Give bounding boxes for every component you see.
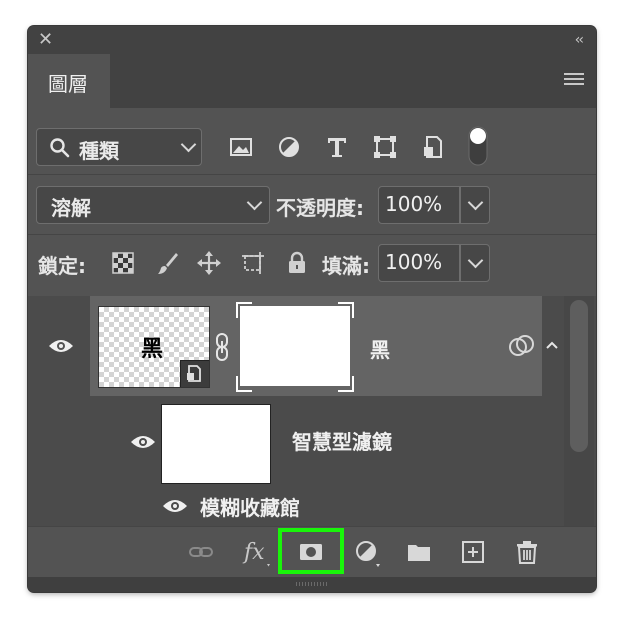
layer-thumbnail-text: 黑 <box>141 336 164 362</box>
smart-filter-indicator-icon <box>509 335 534 356</box>
svg-text:fx: fx <box>242 540 265 565</box>
chevron-down-icon <box>180 136 197 153</box>
smart-filters-label[interactable]: 智慧型濾鏡 <box>292 426 392 455</box>
panel-titlebar: ✕ ‹‹ <box>28 26 596 54</box>
filter-toggle-icon[interactable] <box>468 126 488 166</box>
chevron-down-icon <box>467 252 484 269</box>
opacity-value: 100% <box>385 192 443 216</box>
collapse-icon[interactable]: ‹‹ <box>575 29 584 51</box>
link-layers-icon[interactable] <box>188 539 214 565</box>
resize-grip[interactable] <box>28 577 596 592</box>
filter-kind-label: 種類 <box>79 139 119 163</box>
fill-value: 100% <box>385 250 443 274</box>
adjustment-filter-icon[interactable] <box>276 134 302 160</box>
chevron-down-icon <box>467 194 484 211</box>
trash-icon[interactable] <box>514 539 540 565</box>
fill-field[interactable]: 100% <box>378 244 460 282</box>
layer-name[interactable]: 黑 <box>370 334 390 363</box>
new-layer-icon[interactable] <box>460 539 486 565</box>
fill-dropdown-button[interactable] <box>460 244 490 282</box>
blend-mode-label: 溶解 <box>51 196 91 220</box>
smart-filter-mask-thumbnail[interactable] <box>240 306 350 386</box>
filter-kind-select[interactable]: 種類 <box>36 128 202 166</box>
tab-layers[interactable]: 圖層 <box>28 54 110 108</box>
filter-gallery-item[interactable]: 模糊收藏館 <box>200 492 300 521</box>
image-filter-icon[interactable] <box>228 134 254 160</box>
tab-row: 圖層 <box>28 54 596 108</box>
smart-filter-mask[interactable] <box>161 404 271 484</box>
layers-panel: ✕ ‹‹ 圖層 種類 溶解 不透明度: 100% 鎖定: 填滿: 100% 黑 … <box>28 26 596 592</box>
group-icon[interactable] <box>406 539 432 565</box>
layer-row[interactable]: 黑 黑 <box>90 296 542 396</box>
chevron-down-icon <box>246 194 263 211</box>
tab-layers-label: 圖層 <box>48 72 88 96</box>
panel-menu-icon[interactable] <box>564 73 584 87</box>
opacity-label: 不透明度: <box>276 196 364 220</box>
opacity-field[interactable]: 100% <box>378 186 460 224</box>
lock-transparent-icon[interactable] <box>110 250 136 276</box>
eye-icon[interactable] <box>48 338 74 354</box>
layer-thumbnail[interactable]: 黑 <box>98 306 210 388</box>
fill-label: 填滿: <box>322 254 370 278</box>
close-icon[interactable]: ✕ <box>38 29 53 51</box>
lock-label: 鎖定: <box>38 254 86 278</box>
shape-filter-icon[interactable] <box>372 134 398 160</box>
smart-object-filter-icon[interactable] <box>420 134 446 160</box>
blend-mode-select[interactable]: 溶解 <box>36 186 270 224</box>
scrollbar-thumb[interactable] <box>570 300 588 452</box>
type-filter-icon[interactable] <box>324 134 350 160</box>
lock-all-icon[interactable] <box>284 250 310 276</box>
collapse-arrow-icon[interactable] <box>544 338 560 352</box>
lock-paint-icon[interactable] <box>154 250 180 276</box>
lock-artboard-icon[interactable] <box>240 250 266 276</box>
add-mask-highlight <box>278 528 344 574</box>
eye-icon[interactable] <box>130 434 156 450</box>
fx-icon[interactable]: fx <box>242 537 274 569</box>
lock-move-icon[interactable] <box>196 250 222 276</box>
search-icon <box>50 138 70 158</box>
opacity-dropdown-button[interactable] <box>460 186 490 224</box>
layers-list: 黑 黑 智慧型濾鏡 模糊收藏館 <box>28 296 596 526</box>
smart-object-badge-icon <box>180 360 209 387</box>
eye-icon[interactable] <box>162 498 188 514</box>
link-icon[interactable] <box>214 332 230 362</box>
adjustment-layer-icon[interactable] <box>354 539 384 569</box>
